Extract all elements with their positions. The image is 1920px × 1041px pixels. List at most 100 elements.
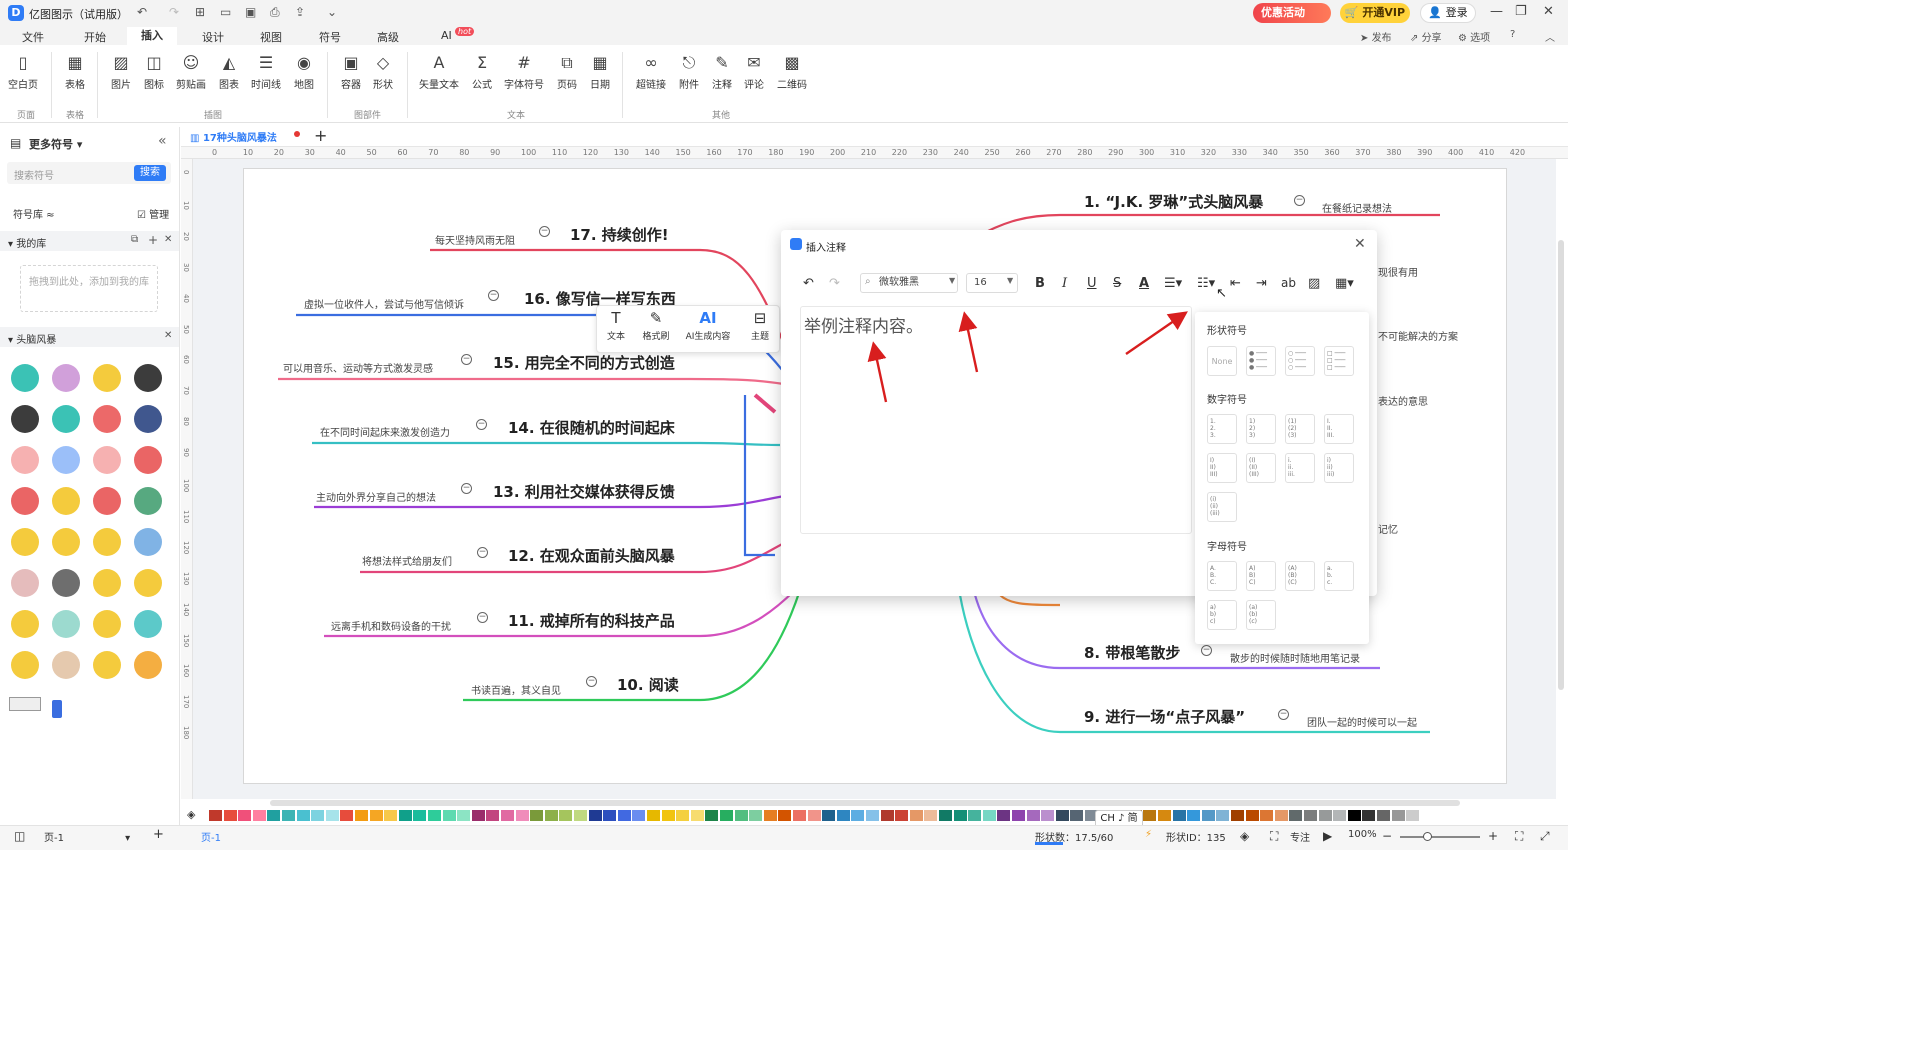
color-swatch[interactable] xyxy=(574,810,587,821)
color-swatch[interactable] xyxy=(471,810,485,821)
color-swatch[interactable] xyxy=(851,810,865,821)
fullscreen-icon[interactable]: ⤢ xyxy=(1540,829,1550,844)
list-none-option[interactable]: None xyxy=(1207,346,1237,376)
color-swatch[interactable] xyxy=(1216,810,1230,821)
list-letter-option[interactable]: a) b) c) xyxy=(1207,600,1237,630)
color-swatch[interactable] xyxy=(1318,810,1332,821)
color-swatch[interactable] xyxy=(895,810,909,821)
color-swatch[interactable] xyxy=(1362,810,1376,821)
color-swatch[interactable] xyxy=(311,810,325,821)
color-swatch[interactable] xyxy=(720,810,733,821)
list-letter-option[interactable]: (a) (b) (c) xyxy=(1246,600,1276,630)
zoom-slider[interactable] xyxy=(1400,836,1480,838)
play-icon[interactable]: ▶ xyxy=(1323,829,1332,843)
color-swatch[interactable] xyxy=(325,810,339,821)
page-selector[interactable]: 页-1 ▾ xyxy=(44,829,132,844)
color-swatch[interactable] xyxy=(880,810,894,821)
color-swatch[interactable] xyxy=(807,810,821,821)
color-swatch[interactable] xyxy=(1289,810,1303,821)
color-swatch[interactable] xyxy=(1391,810,1405,821)
list-letter-option[interactable]: A. B. C. xyxy=(1207,561,1237,591)
list-number-option[interactable]: I) II) III) xyxy=(1207,453,1237,483)
list-number-option[interactable]: 1. 2. 3. xyxy=(1207,414,1237,444)
list-number-option[interactable]: (i) (ii) (iii) xyxy=(1207,492,1237,522)
color-swatch[interactable] xyxy=(282,810,295,821)
color-swatch[interactable] xyxy=(1274,810,1288,821)
color-swatch[interactable] xyxy=(866,810,879,821)
color-swatch[interactable] xyxy=(793,810,806,821)
color-swatch[interactable] xyxy=(530,810,544,821)
focus-icon[interactable]: ⛶ xyxy=(1270,829,1278,844)
color-swatch[interactable] xyxy=(909,810,923,821)
color-swatch[interactable] xyxy=(398,810,412,821)
zoom-slider-thumb[interactable] xyxy=(1423,832,1432,841)
zoom-out-icon[interactable]: − xyxy=(1382,829,1392,843)
color-swatch[interactable] xyxy=(1187,810,1201,821)
color-swatch[interactable] xyxy=(1143,810,1157,821)
color-swatch[interactable] xyxy=(749,810,763,821)
color-swatch[interactable] xyxy=(690,810,704,821)
list-letter-option[interactable]: A) B) C) xyxy=(1246,561,1276,591)
color-swatch[interactable] xyxy=(968,810,982,821)
list-number-option[interactable]: i) ii) iii) xyxy=(1324,453,1354,483)
layers-icon[interactable]: ◈ xyxy=(1240,829,1249,843)
color-swatch[interactable] xyxy=(501,810,514,821)
color-swatch[interactable] xyxy=(413,810,427,821)
color-swatch[interactable] xyxy=(238,810,252,821)
fit-page-icon[interactable]: ⛶ xyxy=(1515,829,1523,844)
zoom-level[interactable]: 100% xyxy=(1348,829,1377,840)
color-swatch[interactable] xyxy=(953,810,967,821)
color-swatch[interactable] xyxy=(267,810,281,821)
list-number-option[interactable]: (1) (2) (3) xyxy=(1285,414,1315,444)
color-swatch[interactable] xyxy=(1260,810,1274,821)
vertical-scrollbar[interactable] xyxy=(1558,240,1564,690)
color-swatch[interactable] xyxy=(982,810,996,821)
color-swatch[interactable] xyxy=(384,810,398,821)
color-swatch[interactable] xyxy=(1070,810,1084,821)
color-swatch[interactable] xyxy=(369,810,383,821)
color-swatch[interactable] xyxy=(997,810,1011,821)
color-swatch[interactable] xyxy=(836,810,850,821)
color-swatch[interactable] xyxy=(588,810,602,821)
color-swatch[interactable] xyxy=(647,810,660,821)
color-swatch[interactable] xyxy=(428,810,441,821)
color-swatch[interactable] xyxy=(355,810,368,821)
color-swatch[interactable] xyxy=(1041,810,1055,821)
color-swatch[interactable] xyxy=(252,810,266,821)
color-swatch[interactable] xyxy=(1172,810,1186,821)
list-number-option[interactable]: (I) (II) (III) xyxy=(1246,453,1276,483)
list-square-option[interactable]: □ ─── □ ─── □ ─── xyxy=(1324,346,1354,376)
color-swatch[interactable] xyxy=(1420,810,1434,821)
color-swatch[interactable] xyxy=(763,810,777,821)
color-swatch[interactable] xyxy=(1158,810,1171,821)
list-number-option[interactable]: i. ii. iii. xyxy=(1285,453,1315,483)
horizontal-scrollbar[interactable] xyxy=(270,800,1460,806)
color-swatch[interactable] xyxy=(939,810,952,821)
color-swatch[interactable] xyxy=(1012,810,1025,821)
list-number-option[interactable]: 1) 2) 3) xyxy=(1246,414,1276,444)
color-swatch[interactable] xyxy=(223,810,237,821)
list-bullet-option[interactable]: ● ─── ● ─── ● ─── xyxy=(1246,346,1276,376)
color-swatch[interactable] xyxy=(1347,810,1361,821)
color-swatch[interactable] xyxy=(1055,810,1069,821)
focus-label[interactable]: 专注 xyxy=(1290,829,1310,844)
color-swatch[interactable] xyxy=(296,810,310,821)
color-swatch[interactable] xyxy=(924,810,938,821)
color-swatch[interactable] xyxy=(1245,810,1259,821)
color-swatch[interactable] xyxy=(661,810,675,821)
color-swatch[interactable] xyxy=(705,810,719,821)
color-swatch[interactable] xyxy=(1026,810,1040,821)
color-swatch[interactable] xyxy=(340,810,354,821)
color-swatch[interactable] xyxy=(676,810,690,821)
add-page-icon[interactable]: + xyxy=(153,827,164,842)
color-swatch[interactable] xyxy=(1201,810,1215,821)
color-swatch[interactable] xyxy=(515,810,529,821)
color-swatch[interactable] xyxy=(778,810,792,821)
zoom-in-icon[interactable]: + xyxy=(1488,829,1498,843)
color-swatch[interactable] xyxy=(1333,810,1347,821)
color-swatch[interactable] xyxy=(1231,810,1244,821)
color-swatch[interactable] xyxy=(617,810,631,821)
list-circle-option[interactable]: ○ ─── ○ ─── ○ ─── xyxy=(1285,346,1315,376)
page-tab[interactable]: 页-1 xyxy=(201,829,221,844)
color-swatch[interactable] xyxy=(559,810,573,821)
